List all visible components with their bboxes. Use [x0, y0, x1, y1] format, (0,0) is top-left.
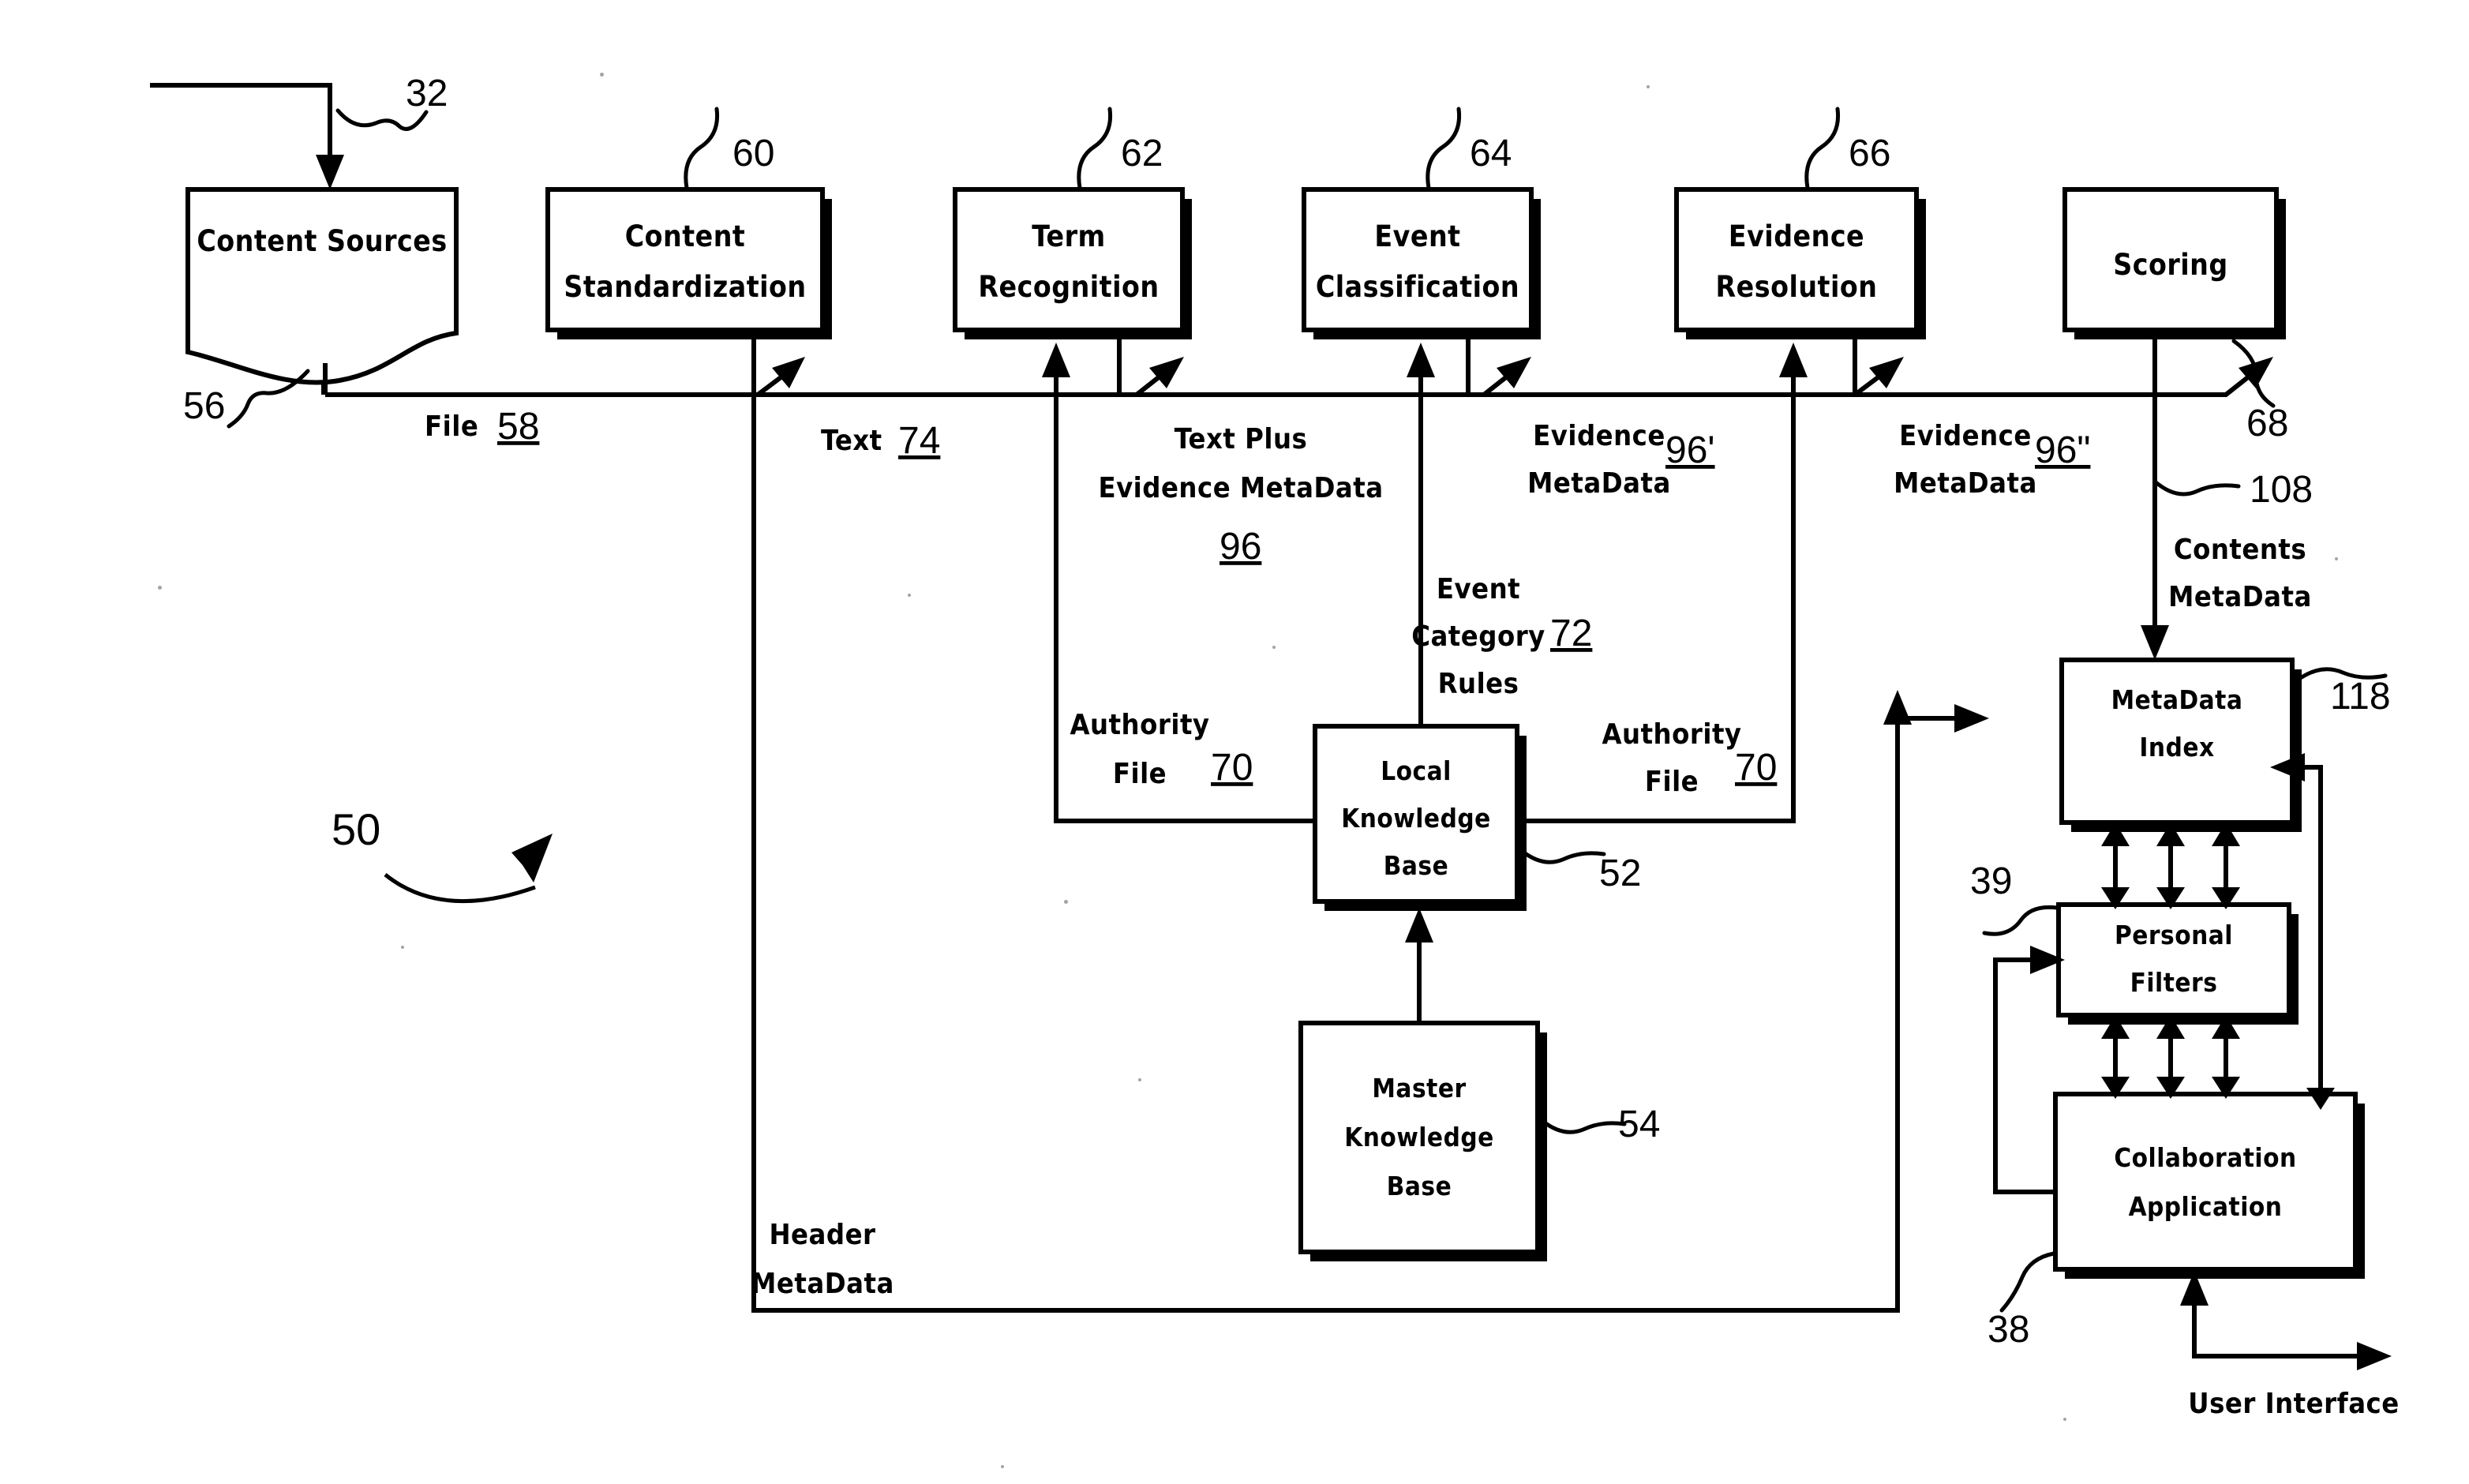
input-flow-32 [150, 83, 429, 189]
content-sources-label: Content Sources [197, 224, 447, 258]
user-interface-label: User Interface [2188, 1388, 2399, 1420]
collaboration-application-label-1: Collaboration [2114, 1142, 2296, 1173]
text-plus-evidence-metadata-ref: 96 [1220, 526, 1261, 568]
flow-file-58-path [323, 357, 805, 397]
content-standardization-label-2: Standardization [564, 270, 806, 304]
file-label: File [425, 410, 478, 443]
text-plus-evidence-metadata-line2: Evidence MetaData [1098, 472, 1383, 504]
header-metadata-line2: MetaData [751, 1268, 894, 1300]
authority-file-right-line1: Authority [1602, 718, 1741, 751]
authority-file-right-ref: 70 [1735, 747, 1777, 789]
event-classification-label-2: Classification [1316, 270, 1519, 304]
evidence-metadata-1-line2: MetaData [1527, 467, 1671, 500]
local-knowledge-base-label-1: Local [1381, 755, 1452, 786]
scoring-label: Scoring [2113, 248, 2227, 282]
patent-figure: Content Sources Content Standardization … [0, 0, 2469, 1484]
ref-60: 60 [732, 133, 774, 174]
master-knowledge-base-label-1: Master [1372, 1073, 1466, 1104]
event-category-rules-line2: Category [1411, 620, 1545, 653]
text-plus-evidence-metadata-line1: Text Plus [1175, 423, 1308, 455]
ref-54: 54 [1618, 1104, 1660, 1145]
contents-metadata-line2: MetaData [2168, 581, 2312, 613]
event-category-rules-line3: Rules [1438, 668, 1519, 700]
flow-user-interface [2180, 1269, 2392, 1370]
event-classification-label-1: Event [1374, 219, 1460, 253]
master-knowledge-base-label-3: Base [1387, 1171, 1452, 1201]
file-ref: 58 [497, 406, 539, 448]
ref-50-system: 50 [332, 804, 380, 854]
text-ref: 74 [898, 420, 940, 462]
bidirectional-arrows-filters-collab [2101, 1015, 2240, 1099]
master-knowledge-base-label-2: Knowledge [1344, 1122, 1493, 1152]
metadata-index-label-1: MetaData [2111, 684, 2243, 715]
flow-authority-file-left-path [1042, 343, 1315, 823]
personal-filters-label-1: Personal [2115, 920, 2233, 950]
evidence-metadata-2-line1: Evidence [1899, 420, 2032, 452]
term-recognition-label-2: Recognition [978, 270, 1159, 304]
collaboration-application-label-2: Application [2129, 1191, 2283, 1222]
ref-39: 39 [1970, 860, 2012, 902]
evidence-metadata-2-line2: MetaData [1894, 467, 2037, 500]
ref-38: 38 [1988, 1309, 2029, 1351]
header-metadata-line1: Header [769, 1219, 875, 1251]
ref-32: 32 [406, 73, 448, 114]
local-knowledge-base-label-2: Knowledge [1341, 803, 1490, 834]
metadata-index-label-2: Index [2139, 732, 2214, 763]
flow-evidence-metadata-96prime-path [1466, 330, 1904, 397]
ref-64: 64 [1470, 133, 1512, 174]
contents-metadata-line1: Contents [2174, 534, 2306, 566]
ref-56: 56 [183, 385, 225, 427]
flow-event-category-rules-path [1407, 343, 1435, 726]
ref-62: 62 [1121, 133, 1163, 174]
ref-52: 52 [1599, 853, 1641, 894]
content-standardization-label-1: Content [625, 219, 746, 253]
flow-header-metadata-into-index [1895, 704, 1989, 1310]
evidence-resolution-label-1: Evidence [1729, 219, 1864, 253]
ref-118: 118 [2330, 676, 2391, 718]
event-category-rules-ref: 72 [1550, 613, 1592, 654]
authority-file-left-line2: File [1113, 758, 1167, 790]
evidence-resolution-label-2: Resolution [1716, 270, 1878, 304]
personal-filters-label-2: Filters [2130, 967, 2218, 998]
flow-diagram-canvas: Content Sources Content Standardization … [150, 73, 2399, 1420]
ref-108: 108 [2250, 469, 2313, 511]
local-knowledge-base-label-3: Base [1384, 850, 1448, 881]
evidence-metadata-2-ref: 96" [2035, 429, 2090, 471]
authority-file-right-line2: File [1645, 766, 1699, 798]
authority-file-left-ref: 70 [1211, 747, 1253, 789]
text-label: Text [821, 425, 882, 457]
ref-66: 66 [1849, 133, 1890, 174]
system-ref-arrow-50 [384, 834, 553, 904]
term-recognition-label-1: Term [1032, 219, 1106, 253]
flow-evidence-metadata-96dprime-path [1853, 330, 2273, 397]
authority-file-left-line1: Authority [1070, 709, 1209, 741]
evidence-metadata-1-line1: Evidence [1533, 420, 1665, 452]
event-category-rules-line1: Event [1437, 573, 1520, 605]
evidence-metadata-1-ref: 96' [1665, 429, 1715, 471]
ref-68: 68 [2246, 403, 2288, 444]
bidirectional-arrows-index-filters [2101, 823, 2240, 909]
